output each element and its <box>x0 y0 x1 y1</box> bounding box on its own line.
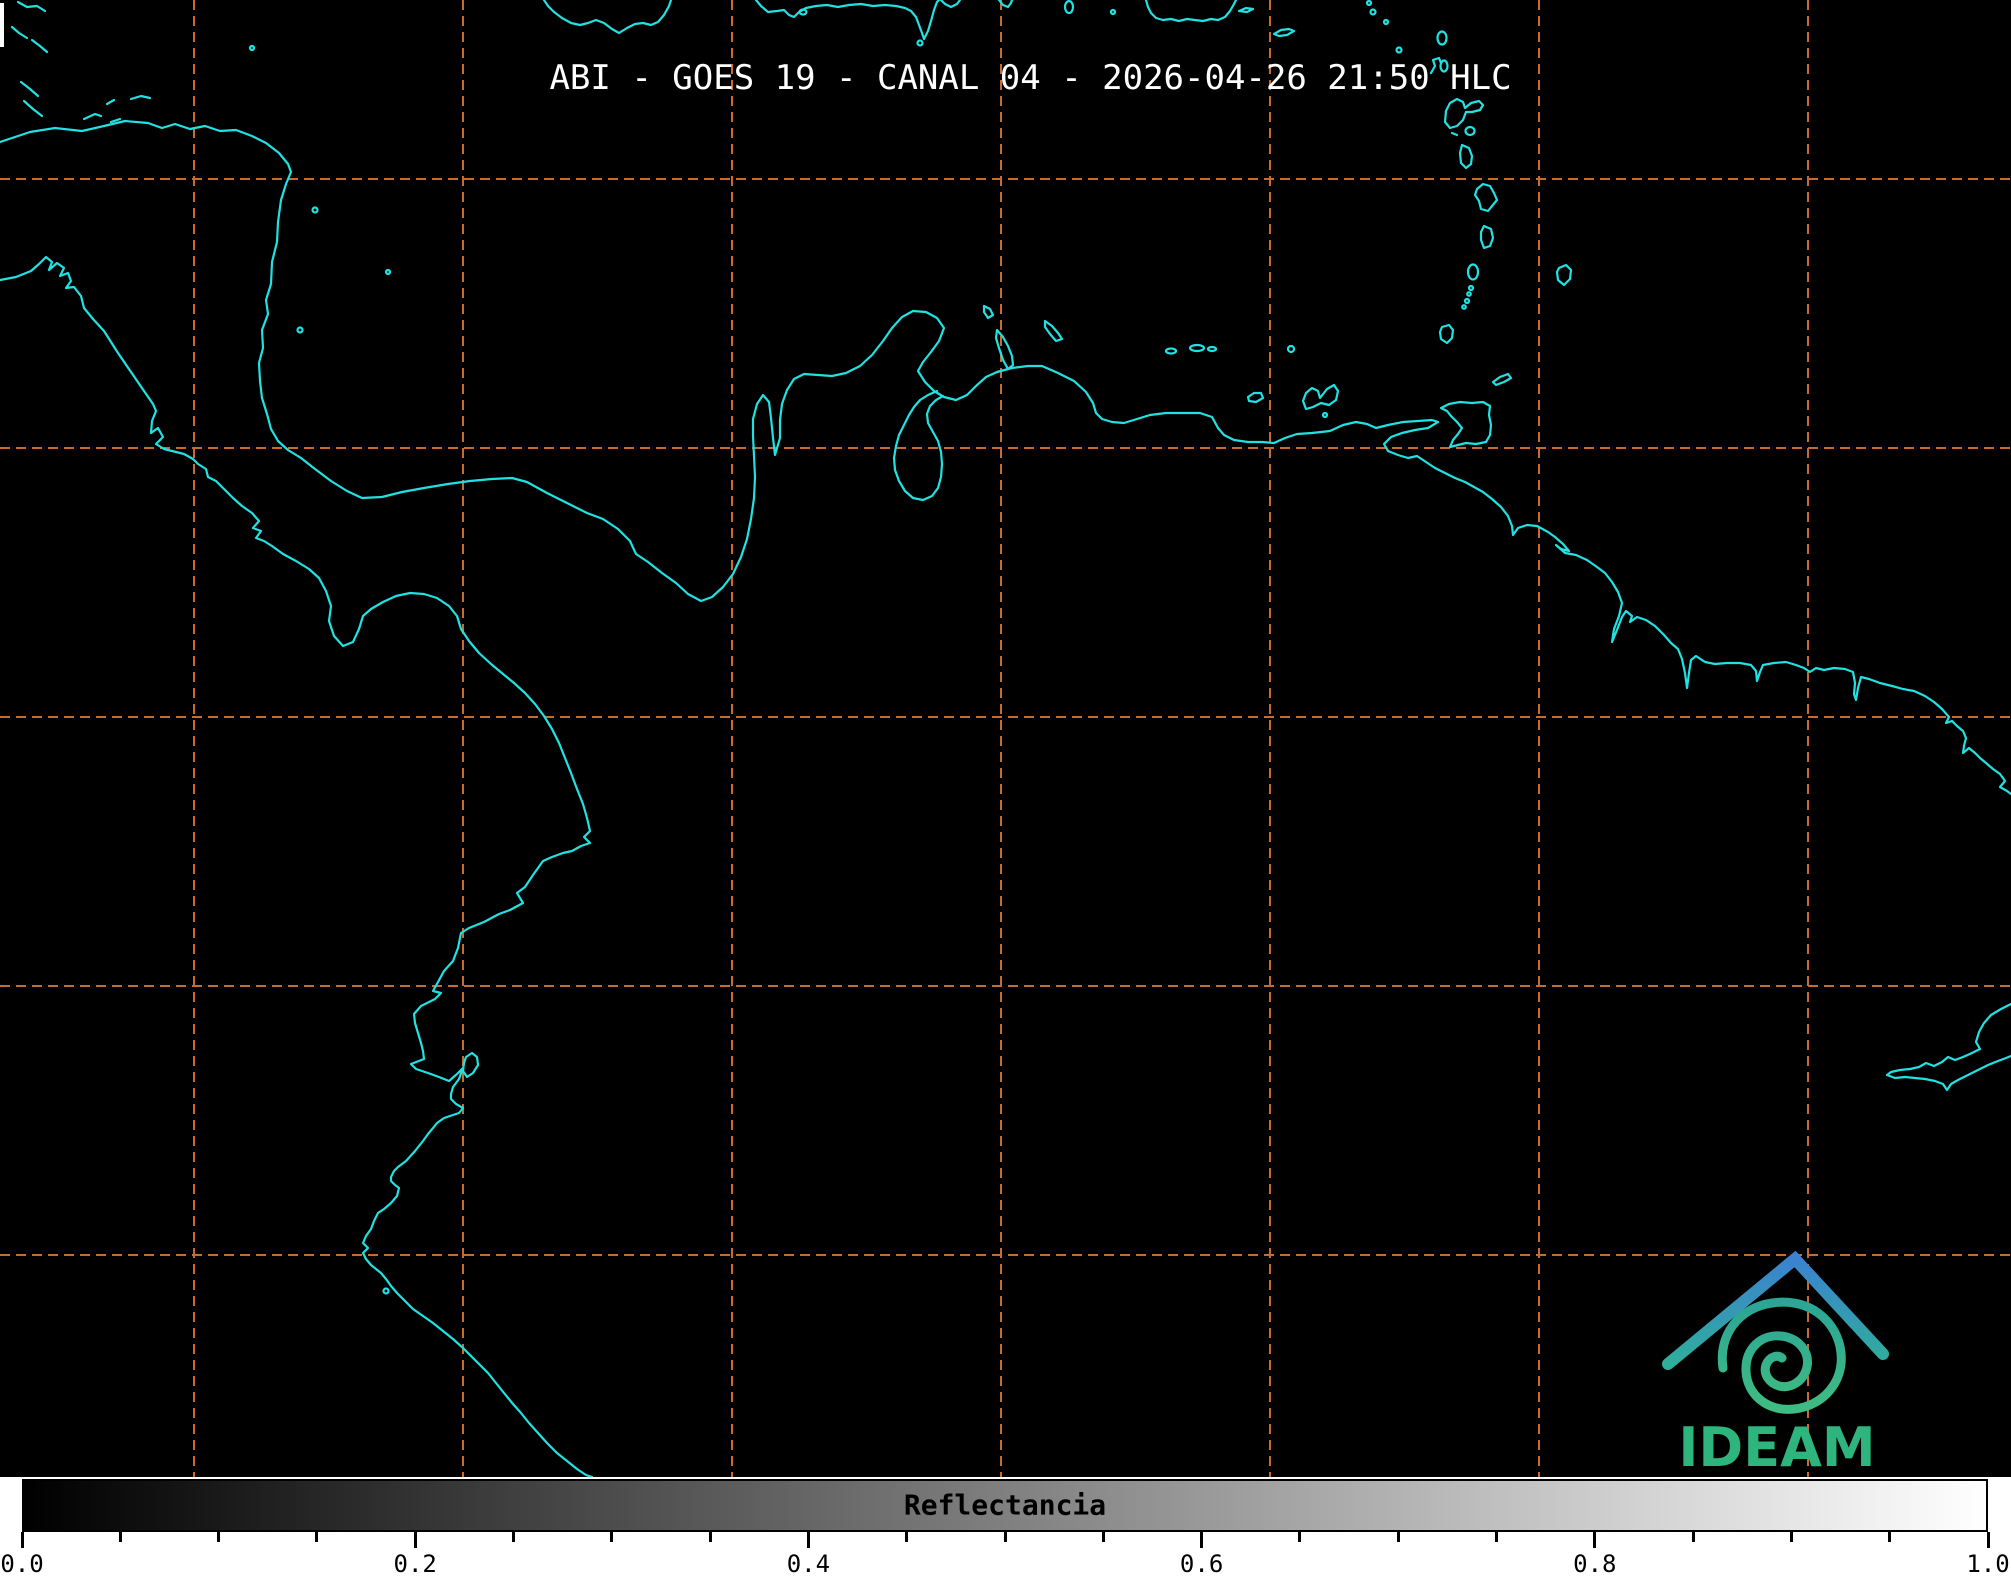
cuba-cays-4 <box>21 82 38 96</box>
colorbar-minor-tick <box>1692 1532 1695 1542</box>
island-st-croix <box>1274 29 1294 36</box>
colorbar-area: Reflectancia 0.0 0.2 0.4 0.6 0.8 1.0 <box>0 1477 2011 1577</box>
colorbar-tick-label: 0.8 <box>1573 1550 1616 1578</box>
colorbar-minor-tick <box>1102 1532 1105 1542</box>
island-st-vincent <box>1468 265 1478 280</box>
islet-dash <box>1452 133 1457 135</box>
coastline-caribbean-mainland <box>0 121 2011 794</box>
colorbar-tick-label: 0.2 <box>394 1550 437 1578</box>
colorbar-minor-tick <box>315 1532 318 1542</box>
island-los-roques <box>1190 345 1204 351</box>
colorbar-label: Reflectancia <box>904 1489 1106 1522</box>
island-guadeloupe <box>1445 99 1483 128</box>
island-aruba <box>984 306 993 318</box>
colorbar-major-tick <box>1987 1532 1990 1548</box>
colorbar-minor-tick <box>119 1532 122 1542</box>
island-margarita <box>1303 385 1338 409</box>
colorbar-major-tick <box>414 1532 417 1548</box>
island-barbados <box>1557 265 1571 285</box>
colorbar-minor-tick <box>1298 1532 1301 1542</box>
island-mona <box>1065 1 1073 13</box>
logo-roof-icon <box>1668 1259 1883 1364</box>
island-grenadines-4 <box>1462 305 1466 309</box>
island-grenadines-3 <box>1465 299 1469 303</box>
colorbar-minor-tick <box>610 1532 613 1542</box>
island-grenadines-2 <box>1467 292 1471 296</box>
colorbar-major-tick <box>1593 1532 1596 1548</box>
island-trinidad <box>1441 402 1491 447</box>
island-grenadines-1 <box>1469 286 1473 290</box>
colorbar-minor-tick <box>217 1532 220 1542</box>
colorbar-minor-tick <box>709 1532 712 1542</box>
island-dominica <box>1460 145 1472 168</box>
islet-dot-4 <box>1384 20 1388 24</box>
cuba-cays-2 <box>12 27 27 38</box>
coastlines <box>0 0 2011 1477</box>
colorbar-tick-label: 0.4 <box>787 1550 830 1578</box>
coastline-amazon-mouth <box>1887 1004 2011 1090</box>
image-title: ABI - GOES 19 - CANAL 04 - 2026-04-26 21… <box>549 58 1511 98</box>
island-tobago <box>1493 374 1511 385</box>
colorbar-major-tick <box>807 1532 810 1548</box>
island-curacao <box>996 330 1013 369</box>
logo-hurricane-spiral-icon <box>1722 1302 1841 1409</box>
colorbar-minor-tick <box>1495 1532 1498 1542</box>
colorbar-minor-tick <box>1004 1532 1007 1542</box>
colorbar-major-tick <box>1200 1532 1203 1548</box>
island-montserrat <box>1438 32 1447 45</box>
island-providencia <box>313 208 318 213</box>
island-puerto-rico <box>1146 0 1236 21</box>
coastline-pacific <box>0 257 592 1477</box>
logo-text: IDEAM <box>1678 1416 1875 1477</box>
island-bonaire <box>1045 321 1062 341</box>
clipped-axis-mark <box>0 3 4 47</box>
islet-haiti-tip <box>918 41 923 46</box>
bay-islands-1 <box>84 114 101 119</box>
map-canvas: IDEAM <box>0 0 2011 1477</box>
ideam-logo: IDEAM <box>1668 1259 1883 1477</box>
island-jamaica <box>544 0 671 33</box>
islet-dot-3 <box>1371 10 1376 15</box>
colorbar-tick-label: 0.6 <box>1180 1550 1223 1578</box>
island-tortuga <box>1248 393 1263 402</box>
colorbar-minor-tick <box>905 1532 908 1542</box>
island-hispaniola <box>756 0 939 39</box>
cuba-cays-3 <box>32 40 47 52</box>
islet-bay <box>800 10 807 15</box>
island-st-lucia <box>1481 226 1493 248</box>
bay-islands-2 <box>107 100 114 104</box>
island-orchila <box>1208 347 1216 351</box>
graticule-grid <box>0 0 2011 1477</box>
island-las-aves <box>1166 349 1176 354</box>
colorbar-minor-tick <box>512 1532 515 1542</box>
island-coche <box>1323 413 1327 417</box>
satellite-map: IDEAM ABI - GOES 19 - CANAL 04 - 2026-04… <box>0 0 2011 1477</box>
island-blanquilla <box>1288 346 1294 352</box>
island-san-andres <box>298 328 303 333</box>
colorbar-tick-label: 0.0 <box>0 1550 43 1578</box>
colorbar-tick-label: 1.0 <box>1966 1550 2009 1578</box>
island-hispaniola-east <box>941 0 960 7</box>
bay-islands-3 <box>131 96 150 99</box>
islet-peru-coast <box>384 1289 389 1294</box>
colorbar-minor-tick <box>1888 1532 1891 1542</box>
islet-dot-1 <box>1111 10 1115 14</box>
island-puna <box>463 1053 478 1077</box>
islet-dot-5 <box>1397 48 1402 53</box>
island-swan <box>250 46 254 50</box>
island-grenada <box>1440 325 1453 343</box>
cuba-cays-5 <box>24 101 42 116</box>
islet-dot-6 <box>386 270 390 274</box>
lake-maracaibo <box>894 391 943 500</box>
island-vieques <box>1239 8 1253 12</box>
cuba-cays-1 <box>18 2 45 11</box>
colorbar-major-tick <box>21 1532 24 1548</box>
islet-dot-2 <box>1367 1 1371 5</box>
colorbar-minor-tick <box>1790 1532 1793 1542</box>
island-marie-galante <box>1466 127 1475 135</box>
colorbar-minor-tick <box>1397 1532 1400 1542</box>
island-martinique <box>1475 184 1497 211</box>
